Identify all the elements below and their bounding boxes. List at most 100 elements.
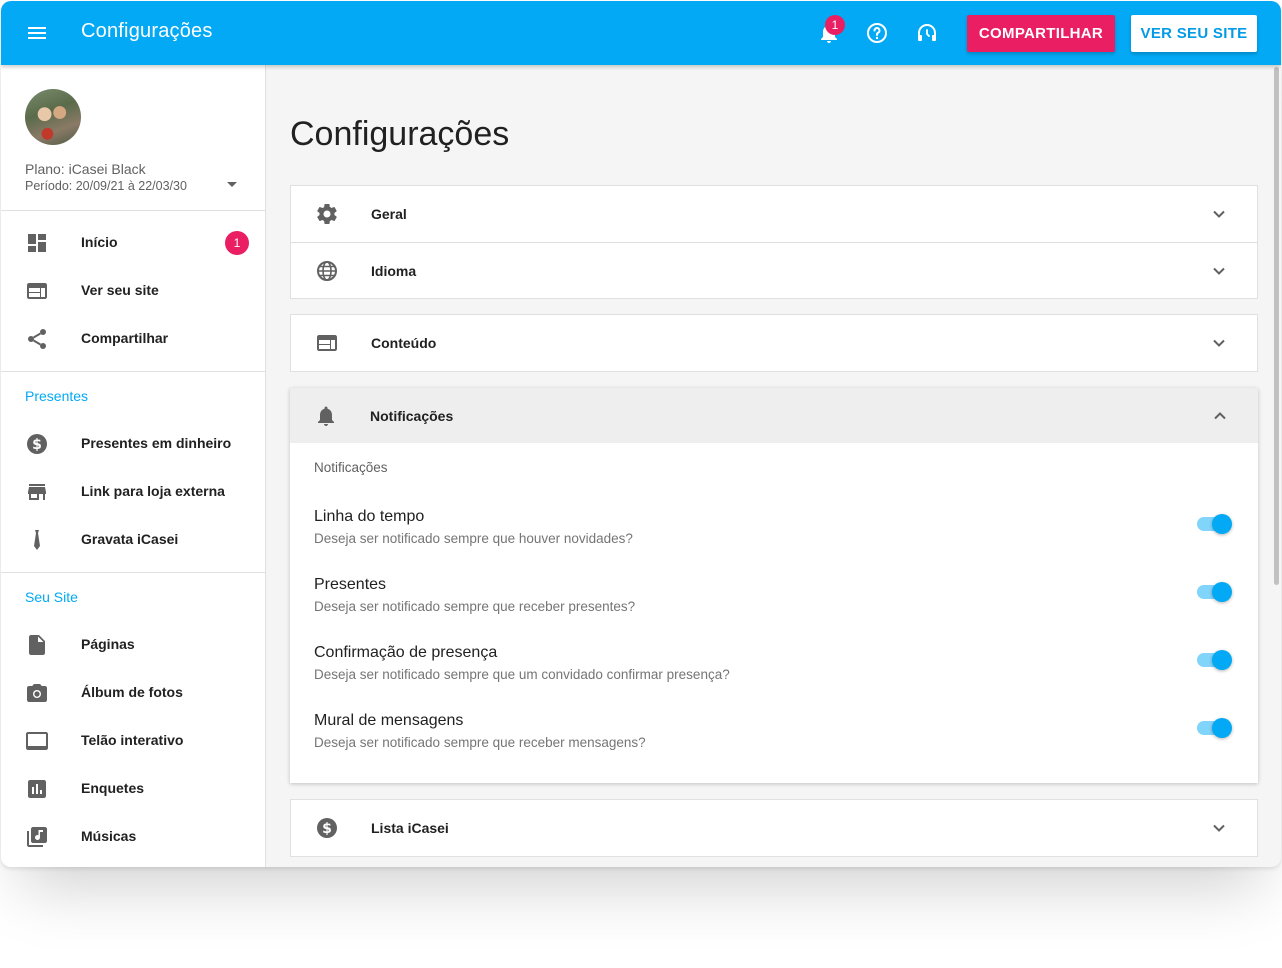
option-description: Deseja ser notificado sempre que receber… [314, 735, 646, 750]
sidebar-item-album[interactable]: Álbum de fotos [1, 669, 265, 717]
app-window: Configurações 1 COMPARTILHAR VER SEU SIT… [1, 1, 1281, 867]
panel-geral[interactable]: Geral [291, 186, 1257, 242]
menu-icon[interactable] [25, 21, 49, 45]
chevron-down-icon[interactable] [1207, 259, 1231, 283]
web-icon [27, 283, 47, 299]
page-icon [29, 635, 45, 655]
chevron-down-icon[interactable] [1207, 816, 1231, 840]
poll-icon [28, 780, 46, 798]
screen-icon [26, 732, 48, 750]
globe-icon [317, 261, 337, 281]
sidebar-item-enquetes[interactable]: Enquetes [1, 765, 265, 813]
toggle-switch[interactable] [1197, 580, 1233, 604]
toggle-switch[interactable] [1197, 512, 1233, 536]
option-presentes: Presentes Deseja ser notificado sempre q… [314, 576, 1234, 622]
option-title: Presentes [314, 576, 387, 593]
bell-icon [318, 406, 334, 426]
notification-count-badge: 1 [825, 15, 845, 35]
toggle-switch[interactable] [1197, 716, 1233, 740]
panel-conteudo[interactable]: Conteúdo [291, 315, 1257, 371]
sidebar-item-compartilhar[interactable]: Compartilhar [1, 315, 265, 363]
sidebar-item-inicio[interactable]: Início 1 [1, 219, 265, 267]
sidebar-item-label: Link para loja externa [81, 483, 225, 499]
sidebar-item-label: Ver seu site [81, 282, 159, 298]
period-label: Período: 20/09/21 à 22/03/30 [25, 179, 187, 193]
notifications-subtitle: Notificações [314, 460, 388, 475]
panel-label: Notificações [370, 408, 454, 424]
sidebar-item-label: Páginas [81, 636, 135, 652]
option-title: Linha do tempo [314, 508, 425, 525]
sidebar-item-paginas[interactable]: Páginas [1, 621, 265, 669]
camera-icon [27, 684, 47, 702]
share-icon [28, 329, 46, 349]
panel-label: Idioma [371, 263, 417, 279]
sidebar-item-telao[interactable]: Telão interativo [1, 717, 265, 765]
option-linha-do-tempo: Linha do tempo Deseja ser notificado sem… [314, 508, 1234, 554]
option-mural-mensagens: Mural de mensagens Deseja ser notificado… [314, 712, 1234, 758]
sidebar-item-presentes-em-dinheiro[interactable]: $ Presentes em dinheiro [1, 420, 265, 468]
sidebar: Plano: iCasei Black Período: 20/09/21 à … [1, 65, 266, 867]
panel-label: Geral [371, 206, 407, 222]
settings-group-general: Geral Idioma [290, 185, 1258, 299]
option-confirmacao-presenca: Confirmação de presença Deseja ser notif… [314, 644, 1234, 690]
sidebar-item-label: Álbum de fotos [81, 684, 183, 700]
scrollbar-thumb[interactable] [1274, 67, 1279, 585]
support-headset-icon[interactable] [915, 21, 939, 45]
svg-text:$: $ [32, 437, 42, 453]
divider [1, 572, 265, 573]
notifications-panel: Notificações Notificações Linha do tempo… [290, 388, 1258, 783]
settings-group-list: $ Lista iCasei [290, 799, 1258, 857]
option-description: Deseja ser notificado sempre que receber… [314, 599, 636, 614]
page-title: Configurações [290, 115, 510, 153]
settings-group-content: Conteúdo [290, 314, 1258, 372]
plan-label: Plano: iCasei Black [25, 161, 146, 177]
money-icon: $ [27, 434, 47, 454]
section-title-presentes: Presentes [25, 388, 89, 404]
divider [1, 210, 265, 211]
panel-lista-icasei[interactable]: $ Lista iCasei [291, 800, 1257, 856]
main-content: Configurações Geral Idioma Conteúdo Noti… [267, 65, 1271, 867]
web-layout-icon [317, 335, 337, 351]
store-icon [28, 484, 46, 500]
app-title: Configurações [81, 20, 213, 42]
panel-label: Conteúdo [371, 335, 437, 351]
view-site-button[interactable]: VER SEU SITE [1131, 15, 1257, 52]
divider [1, 371, 265, 372]
toggle-switch[interactable] [1197, 648, 1233, 672]
chevron-down-icon[interactable] [1207, 331, 1231, 355]
gear-icon [317, 204, 337, 225]
option-title: Mural de mensagens [314, 712, 464, 729]
panel-label: Lista iCasei [371, 820, 449, 836]
caret-down-icon[interactable] [227, 182, 237, 187]
inicio-count-badge: 1 [225, 231, 249, 255]
sidebar-item-label: Início [81, 234, 118, 250]
chevron-up-icon[interactable] [1208, 404, 1232, 428]
sidebar-item-label: Músicas [81, 828, 137, 844]
music-icon [27, 827, 47, 847]
panel-idioma[interactable]: Idioma [291, 242, 1257, 298]
sidebar-item-label: Telão interativo [81, 732, 184, 748]
option-description: Deseja ser notificado sempre que um conv… [314, 667, 730, 682]
sidebar-item-label: Presentes em dinheiro [81, 435, 232, 451]
sidebar-item-link-loja-externa[interactable]: Link para loja externa [1, 468, 265, 516]
option-description: Deseja ser notificado sempre que houver … [314, 531, 633, 546]
sidebar-item-label: Compartilhar [81, 330, 169, 346]
app-bar: Configurações 1 COMPARTILHAR VER SEU SIT… [1, 1, 1281, 65]
avatar[interactable] [25, 89, 81, 145]
dashboard-icon [28, 234, 46, 252]
sidebar-item-gravata[interactable]: Gravata iCasei [1, 516, 265, 564]
share-button[interactable]: COMPARTILHAR [967, 15, 1115, 52]
scrollbar[interactable] [1273, 65, 1281, 867]
option-title: Confirmação de presença [314, 644, 498, 661]
tie-icon [34, 530, 40, 550]
sidebar-item-ver-seu-site[interactable]: Ver seu site [1, 267, 265, 315]
sidebar-item-label: Enquetes [81, 780, 145, 796]
panel-notificacoes[interactable]: Notificações [290, 388, 1258, 443]
svg-text:$: $ [322, 821, 332, 837]
money-icon: $ [317, 818, 337, 838]
sidebar-item-label: Gravata iCasei [81, 531, 179, 547]
chevron-down-icon[interactable] [1207, 202, 1231, 226]
section-title-seu-site: Seu Site [25, 589, 78, 605]
help-icon[interactable] [865, 21, 889, 45]
sidebar-item-musicas[interactable]: Músicas [1, 813, 265, 861]
